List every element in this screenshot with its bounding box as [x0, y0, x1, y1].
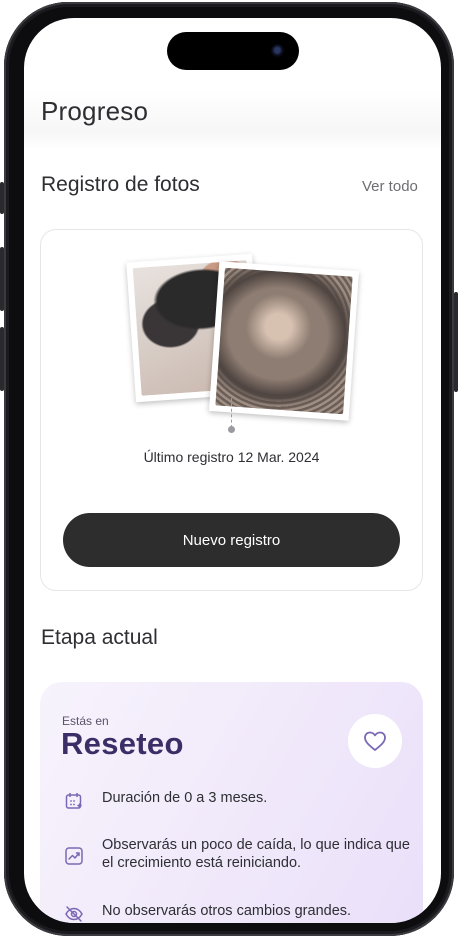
volume-down-button: [0, 327, 4, 391]
photo-thumbnail-latest[interactable]: [208, 261, 360, 421]
dynamic-island: [167, 32, 299, 70]
favorite-button[interactable]: [348, 714, 402, 768]
hair-photo-crown: [215, 267, 353, 415]
heart-icon: [364, 731, 386, 751]
stage-item-text: Observarás un poco de caída, lo que indi…: [102, 837, 410, 871]
last-record-label: Último registro 12 Mar. 2024: [143, 449, 320, 465]
action-button: [0, 182, 4, 214]
page-title: Progreso: [41, 96, 149, 126]
phone-frame: Progreso Registro de fotos Ver todo Últi…: [0, 2, 458, 936]
volume-up-button: [0, 247, 4, 311]
growth-chart-icon: [65, 847, 83, 865]
new-record-button[interactable]: Nuevo registro: [63, 513, 400, 567]
stage-name: Reseteo: [61, 726, 184, 761]
power-button: [454, 292, 458, 392]
timeline-dot: [228, 426, 235, 433]
stage-item-text: No observarás otros cambios grandes.: [102, 903, 352, 919]
photo-log-card: Último registro 12 Mar. 2024 Nuevo regis…: [40, 229, 423, 591]
photo-log-title: Registro de fotos: [41, 173, 200, 196]
current-stage-title: Etapa actual: [41, 626, 158, 649]
see-all-link[interactable]: Ver todo: [362, 178, 418, 195]
stage-card: Estás en Reseteo Duración de 0 a 3 meses…: [40, 682, 423, 923]
stage-item-text: Duración de 0 a 3 meses.: [102, 790, 268, 806]
timeline-connector: [231, 398, 232, 428]
page-header: Progreso: [24, 90, 441, 150]
eye-off-icon: [65, 906, 83, 922]
camera-icon: [271, 44, 285, 58]
screen: Progreso Registro de fotos Ver todo Últi…: [24, 18, 441, 923]
calendar-icon: [65, 793, 83, 809]
